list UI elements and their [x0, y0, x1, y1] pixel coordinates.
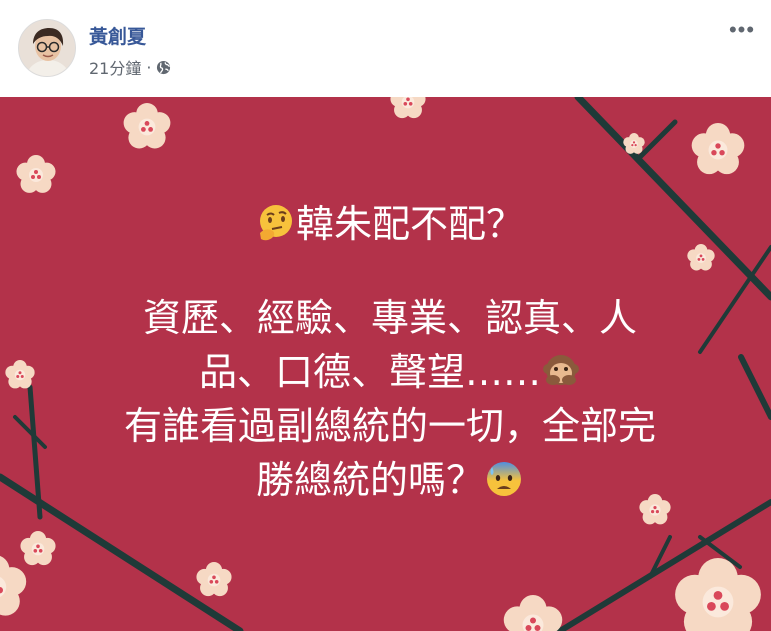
post-text: 韓朱配不配？ 資歷、經驗、專業、認真、人 品、口德、聲望…… 有誰看過副總統的一…: [40, 197, 740, 507]
avatar-photo: [19, 20, 75, 76]
post-header: 黃創夏 21分鐘 · •••: [0, 0, 771, 97]
text-line-3-content: 品、口德、聲望……: [198, 350, 541, 394]
text-line-1-content: 韓朱配不配？: [295, 202, 524, 246]
text-line-4: 有誰看過副總統的一切，全部完: [123, 404, 656, 448]
text-gap: [40, 251, 740, 291]
avatar[interactable]: [18, 19, 76, 77]
post-time[interactable]: 21分鐘: [89, 55, 141, 79]
thinking-face-icon: [259, 205, 292, 241]
post-card: 韓朱配不配？ 資歷、經驗、專業、認真、人 品、口德、聲望…… 有誰看過副總統的一…: [0, 97, 771, 631]
anxious-face-with-sweat-icon: [487, 462, 521, 496]
text-line-5: 勝總統的嗎？: [40, 453, 740, 507]
text-line-1: 韓朱配不配？: [40, 197, 740, 251]
author-name[interactable]: 黃創夏: [89, 22, 146, 49]
text-line-5-content: 勝總統的嗎？: [255, 458, 484, 502]
text-line-3: 品、口德、聲望……: [40, 345, 740, 399]
globe-icon[interactable]: [156, 60, 171, 75]
speak-no-evil-monkey-icon: [543, 355, 579, 385]
text-line-2: 資歷、經驗、專業、認真、人: [142, 296, 637, 340]
meta-separator: ·: [146, 57, 152, 77]
post-meta: 21分鐘 ·: [89, 55, 171, 79]
more-options-icon[interactable]: •••: [727, 17, 757, 42]
